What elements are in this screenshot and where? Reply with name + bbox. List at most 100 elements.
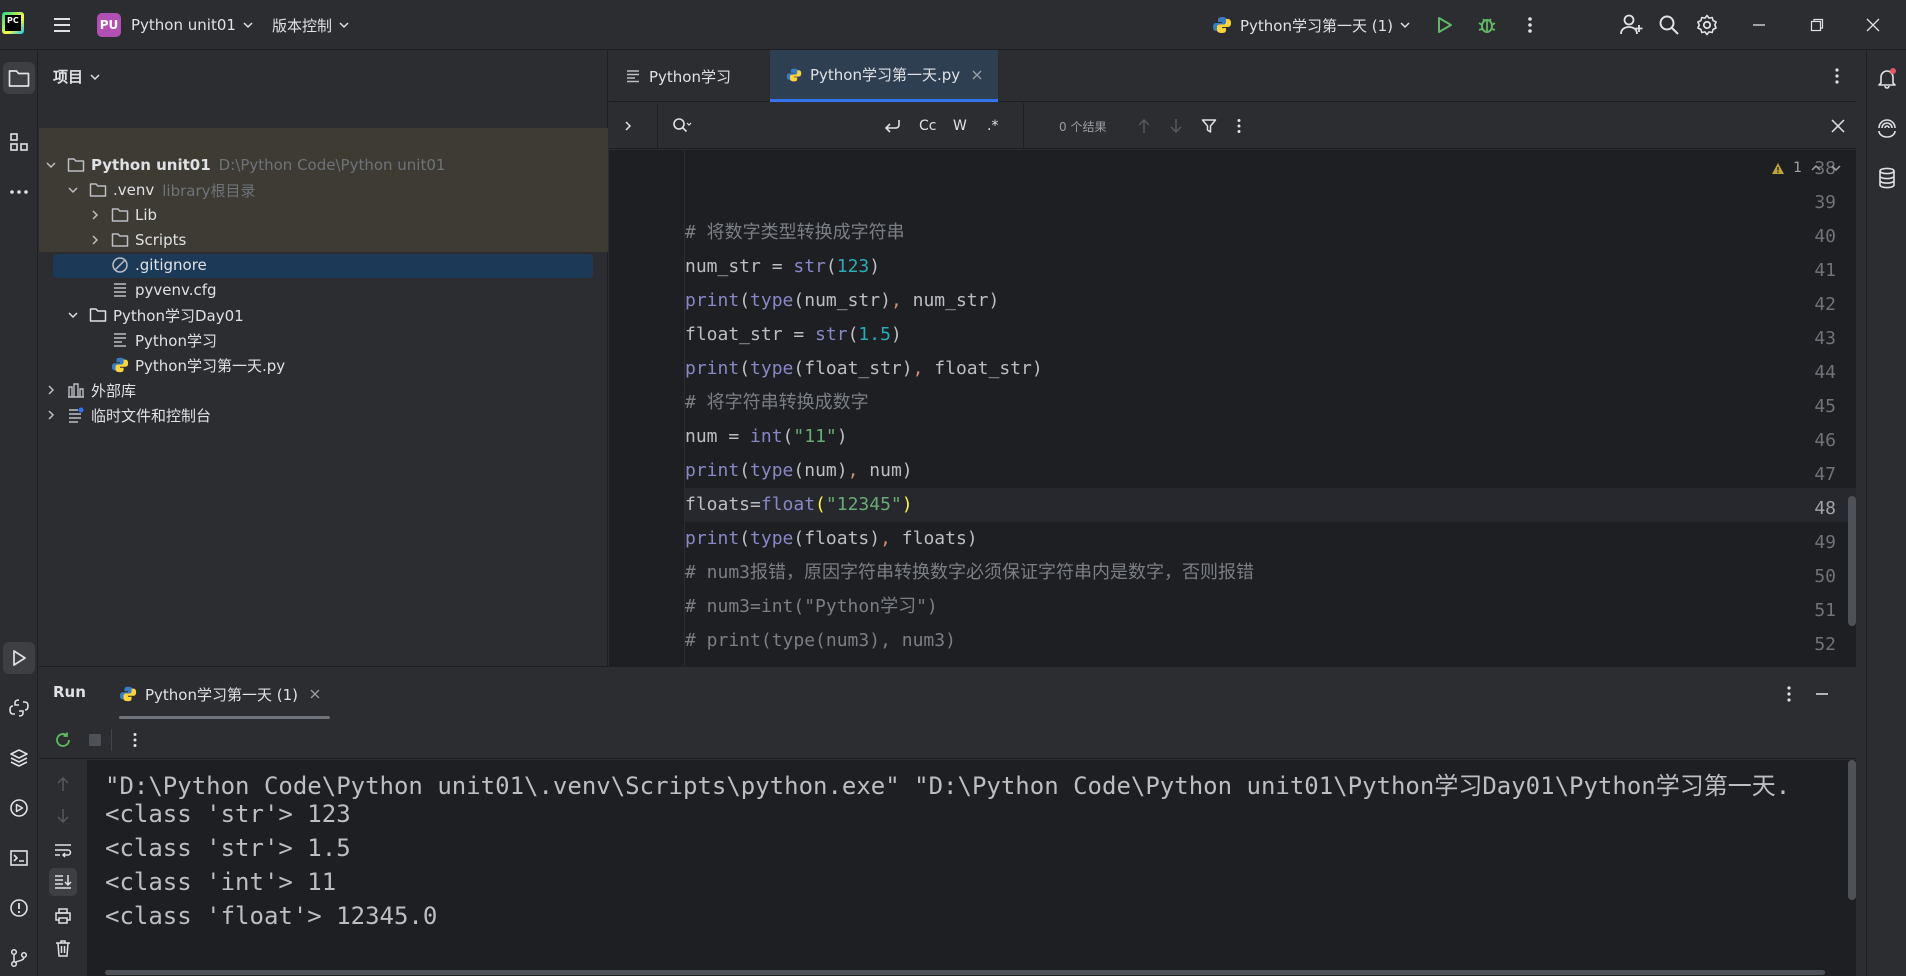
code-editor[interactable]: 38 39 40 41 42 43 44 45 46 47 48 49 50 5… bbox=[609, 150, 1856, 666]
python-console-icon bbox=[9, 699, 29, 717]
services-button[interactable] bbox=[3, 792, 35, 824]
more-icon bbox=[1237, 119, 1241, 133]
console-v-scrollbar[interactable] bbox=[1848, 760, 1856, 900]
close-find-button[interactable] bbox=[1831, 103, 1845, 149]
more-tools-button[interactable] bbox=[3, 176, 35, 208]
soft-wrap-button[interactable] bbox=[49, 836, 77, 864]
tree-item-pyvenv-cfg[interactable]: pyvenv.cfg bbox=[111, 278, 217, 302]
tree-item-python-file[interactable]: Python学习第一天.py bbox=[111, 353, 285, 377]
tree-item-lib[interactable]: Lib bbox=[89, 203, 157, 227]
tree-item-hint: library根目录 bbox=[162, 181, 256, 200]
close-tab-icon[interactable] bbox=[310, 689, 320, 699]
run-options-button[interactable] bbox=[1785, 667, 1793, 721]
regex-toggle[interactable]: .* bbox=[987, 103, 998, 149]
chevron-right-icon bbox=[92, 235, 99, 245]
more-actions-button[interactable] bbox=[1520, 0, 1540, 50]
library-icon bbox=[68, 383, 84, 398]
scroll-up-button[interactable] bbox=[49, 770, 77, 798]
scroll-to-end-button[interactable] bbox=[49, 868, 77, 896]
find-options-button[interactable] bbox=[1235, 103, 1243, 149]
terminal-button[interactable] bbox=[3, 842, 35, 874]
run-config-selector[interactable]: Python学习第一天 (1) bbox=[1212, 0, 1411, 50]
run-tool-button[interactable] bbox=[3, 642, 35, 674]
run-tab[interactable]: Python学习第一天 (1) bbox=[119, 667, 320, 721]
main-menu-button[interactable] bbox=[52, 0, 72, 50]
new-line-toggle[interactable] bbox=[883, 103, 901, 149]
tree-item-scratches[interactable]: 临时文件和控制台 bbox=[45, 403, 211, 427]
chevron-right-icon bbox=[48, 410, 55, 420]
tabs-more-button[interactable] bbox=[1829, 50, 1845, 102]
rerun-button[interactable] bbox=[49, 726, 77, 754]
print-button[interactable] bbox=[49, 902, 77, 930]
tree-item-venv[interactable]: .venv library根目录 bbox=[67, 178, 256, 202]
filter-button[interactable] bbox=[1201, 103, 1217, 149]
hide-panel-button[interactable] bbox=[1815, 667, 1829, 721]
comment: # 将字符串转换成数字 bbox=[685, 392, 869, 413]
clear-console-button[interactable] bbox=[49, 934, 77, 962]
tree-item-scripts[interactable]: Scripts bbox=[89, 228, 186, 252]
structure-icon bbox=[10, 133, 28, 151]
tree-item-gitignore[interactable]: .gitignore bbox=[111, 253, 207, 277]
next-occurrence-button[interactable] bbox=[1169, 103, 1183, 149]
matched-paren: ) bbox=[901, 494, 913, 515]
comma-token: , bbox=[912, 358, 935, 379]
builtin-token: print bbox=[685, 358, 740, 379]
tree-item-root[interactable]: Python unit01 D:\Python Code\Python unit… bbox=[45, 153, 445, 177]
project-switcher[interactable]: PU Python unit01 bbox=[97, 0, 254, 50]
code-token: num) bbox=[869, 460, 913, 481]
scroll-down-button[interactable] bbox=[49, 802, 77, 830]
project-panel-title: 项目 bbox=[53, 68, 84, 86]
chevron-down-icon[interactable] bbox=[1830, 162, 1842, 174]
close-icon bbox=[1831, 119, 1845, 133]
add-user-button[interactable] bbox=[1620, 0, 1644, 50]
line-number: 41 bbox=[1814, 260, 1836, 281]
tree-item-python-study[interactable]: Python学习 bbox=[111, 328, 217, 352]
inspection-widget[interactable]: 1 bbox=[1771, 160, 1842, 176]
match-case-toggle[interactable]: Cc bbox=[919, 103, 936, 149]
git-button[interactable] bbox=[3, 942, 35, 974]
notifications-button[interactable] bbox=[1871, 62, 1903, 94]
search-input[interactable] bbox=[657, 103, 907, 149]
comment: # print(type(num3), num3) bbox=[685, 630, 956, 651]
run-button[interactable] bbox=[1434, 0, 1454, 50]
database-button[interactable] bbox=[1871, 162, 1903, 194]
tab-python-day1[interactable]: Python学习第一天.py bbox=[770, 50, 999, 102]
whole-word-toggle[interactable]: W bbox=[953, 103, 967, 149]
ai-assistant-button[interactable] bbox=[1871, 112, 1903, 144]
arrow-down-icon bbox=[1170, 119, 1182, 134]
python-console-button[interactable] bbox=[3, 692, 35, 724]
builtin-token: type bbox=[750, 528, 794, 549]
builtin-token: float bbox=[760, 494, 816, 515]
chevron-up-icon[interactable] bbox=[1810, 162, 1822, 174]
stop-button[interactable] bbox=[81, 726, 109, 754]
tree-item-external-libs[interactable]: 外部库 bbox=[45, 378, 136, 402]
search-button[interactable] bbox=[1658, 0, 1680, 50]
vcs-menu[interactable]: 版本控制 bbox=[272, 0, 350, 50]
editor-scrollbar[interactable] bbox=[1848, 496, 1856, 626]
tree-item-day01-folder[interactable]: Python学习Day01 bbox=[67, 303, 244, 327]
run-more-button[interactable] bbox=[121, 726, 149, 754]
project-badge: PU bbox=[97, 13, 121, 37]
minimize-button[interactable] bbox=[1752, 0, 1766, 50]
project-panel-header[interactable]: 项目 bbox=[53, 66, 101, 87]
folder-icon bbox=[89, 308, 107, 322]
string-token: "12345" bbox=[825, 494, 902, 515]
expand-replace-button[interactable] bbox=[622, 103, 634, 149]
regex-label: .* bbox=[987, 118, 999, 134]
console-output[interactable]: "D:\Python Code\Python unit01\.venv\Scri… bbox=[87, 760, 1856, 976]
code-token: (floats) bbox=[793, 528, 881, 549]
stop-icon bbox=[89, 734, 101, 746]
tab-python-study[interactable]: Python学习 bbox=[609, 50, 747, 102]
structure-tool-button[interactable] bbox=[3, 126, 35, 158]
problems-button[interactable] bbox=[3, 892, 35, 924]
close-window-button[interactable] bbox=[1866, 0, 1880, 50]
previous-occurrence-button[interactable] bbox=[1137, 103, 1151, 149]
settings-button[interactable] bbox=[1696, 0, 1718, 50]
restore-button[interactable] bbox=[1810, 0, 1824, 50]
debug-button[interactable] bbox=[1476, 0, 1498, 50]
console-h-scrollbar[interactable] bbox=[105, 970, 1825, 975]
tree-item-label: 外部库 bbox=[91, 381, 137, 400]
python-packages-button[interactable] bbox=[3, 742, 35, 774]
close-tab-icon[interactable] bbox=[972, 70, 982, 80]
project-tool-button[interactable] bbox=[3, 62, 35, 94]
